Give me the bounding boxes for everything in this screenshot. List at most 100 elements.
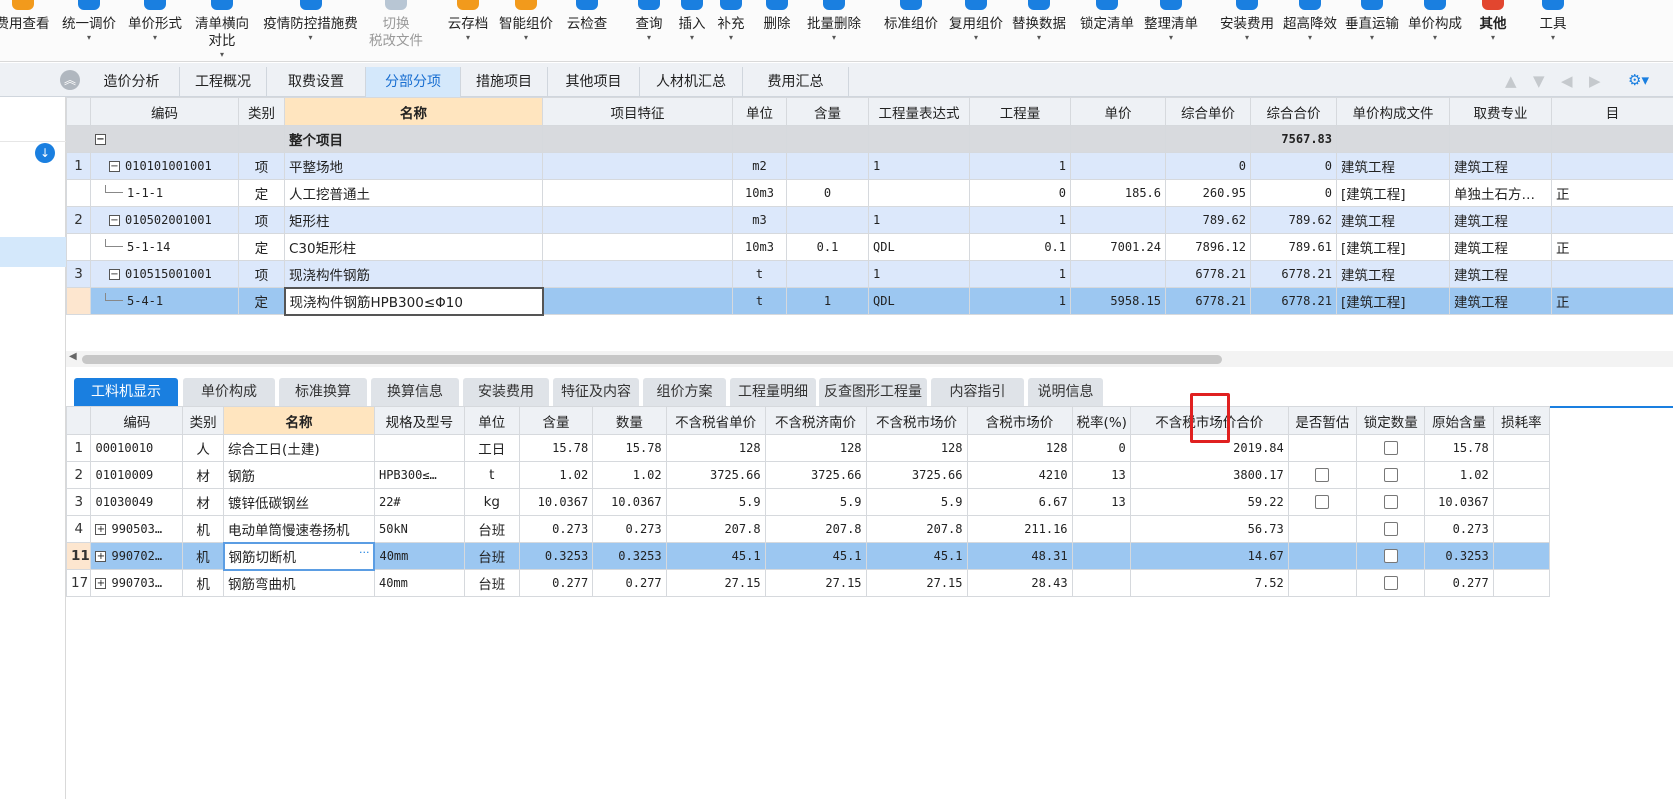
- estimate-checkbox-cell[interactable]: [1287, 542, 1358, 570]
- dropdown-chevron-icon[interactable]: ▾: [124, 33, 186, 43]
- toolbar-button-7[interactable]: 智能组价 ▾: [495, 0, 557, 62]
- lock-qty-checkbox-cell[interactable]: [1356, 434, 1426, 462]
- resource-row[interactable]: 1 00010010 人综合工日(土建) 工日 15.78 15.78 128 128 128 1…: [65, 434, 1551, 462]
- resource-market_tax-cell[interactable]: 6.67: [966, 488, 1073, 516]
- dropdown-chevron-icon[interactable]: ▾: [495, 33, 557, 43]
- tab-main-0[interactable]: 造价分析: [84, 67, 180, 97]
- bill-item-row[interactable]: 3−010515001001 项现浇构件钢筋 t 1 1 6778.21 6778.21 建筑…: [66, 260, 1673, 288]
- resource-content-cell[interactable]: 0.277: [518, 569, 594, 597]
- toolbar-button-2[interactable]: 单价形式 ▾: [124, 0, 186, 62]
- column-header[interactable]: 名称: [284, 97, 543, 126]
- item-name-cell[interactable]: 矩形柱: [284, 206, 543, 234]
- toolbar-button-15[interactable]: 复用组价 ▾: [948, 0, 1004, 62]
- toolbar-button-21[interactable]: 垂直运输 ▾: [1342, 0, 1402, 62]
- resource-row[interactable]: 2 01010009 材钢筋 HPB300≤… t 1.02 1.02 3725.66 3725…: [65, 461, 1551, 489]
- expand-tree-icon[interactable]: +: [95, 577, 107, 589]
- item-qty-cell[interactable]: 1: [969, 260, 1071, 288]
- left-panel-selected-node[interactable]: [0, 237, 66, 267]
- column-header[interactable]: 含量: [518, 406, 594, 435]
- tab-detail-4[interactable]: 安装费用: [463, 378, 549, 406]
- resource-content-cell[interactable]: 0.3253: [518, 542, 594, 570]
- dropdown-chevron-icon[interactable]: ▾: [258, 33, 363, 43]
- toolbar-button-3[interactable]: 清单横向 对比 ▾: [191, 0, 253, 62]
- dropdown-chevron-icon[interactable]: ▾: [714, 33, 748, 43]
- resource-content-cell[interactable]: 15.78: [518, 434, 594, 462]
- toolbar-button-14[interactable]: 标准组价: [880, 0, 942, 62]
- collapse-tree-icon[interactable]: −: [109, 268, 120, 280]
- dropdown-chevron-icon[interactable]: ▾: [59, 33, 119, 43]
- dropdown-chevron-icon[interactable]: ▾: [1533, 33, 1573, 43]
- item-code-cell[interactable]: 1-1-1: [90, 179, 239, 207]
- resource-market_tax-cell[interactable]: 128: [966, 434, 1073, 462]
- resource-qty-cell[interactable]: 0.277: [592, 569, 667, 597]
- lock-qty-checkbox-cell[interactable]: [1356, 488, 1426, 516]
- toolbar-button-20[interactable]: 超高降效 ▾: [1280, 0, 1340, 62]
- item-name-cell[interactable]: 现浇构件钢筋HPB300≤Φ10: [283, 286, 544, 316]
- column-header[interactable]: 不含税济南价: [764, 406, 867, 435]
- tab-main-7[interactable]: 费用汇总: [743, 67, 849, 97]
- lock-qty-checkbox[interactable]: [1383, 576, 1398, 590]
- resource-rate-cell[interactable]: [1071, 569, 1131, 597]
- resource-rate-cell[interactable]: 13: [1071, 461, 1131, 489]
- item-name-cell[interactable]: C30矩形柱: [284, 233, 543, 261]
- column-header[interactable]: 不含税市场价: [865, 406, 968, 435]
- collapse-icon[interactable]: ︽: [60, 70, 80, 90]
- item-qty-cell[interactable]: 0.1: [969, 233, 1071, 261]
- resource-market-cell[interactable]: 128: [865, 434, 968, 462]
- estimate-checkbox-cell[interactable]: [1287, 461, 1358, 489]
- tab-detail-1[interactable]: 单价构成: [183, 378, 275, 406]
- move-down-icon[interactable]: ▼: [1533, 72, 1545, 90]
- move-up-icon[interactable]: ▲: [1505, 72, 1517, 90]
- resource-rate-cell[interactable]: 13: [1071, 488, 1131, 516]
- resource-code-cell[interactable]: +990703…: [90, 569, 184, 597]
- resource-content-cell[interactable]: 1.02: [518, 461, 594, 489]
- column-header[interactable]: 单位: [732, 97, 787, 126]
- tree-toggle-cell[interactable]: −: [90, 125, 239, 153]
- item-code-cell[interactable]: 5-4-1: [90, 287, 239, 315]
- resource-market_tax-cell[interactable]: 48.31: [966, 542, 1073, 570]
- lock-qty-checkbox[interactable]: [1383, 549, 1398, 563]
- dropdown-chevron-icon[interactable]: ▾: [1342, 33, 1402, 43]
- dropdown-chevron-icon[interactable]: ▾: [191, 50, 253, 60]
- tab-main-5[interactable]: 其他项目: [548, 67, 640, 97]
- column-header[interactable]: 不含税省单价: [665, 406, 766, 435]
- toolbar-button-5[interactable]: 切换 税改文件: [367, 0, 425, 62]
- item-qty-cell[interactable]: 1: [969, 206, 1071, 234]
- column-header[interactable]: 综合合价: [1250, 97, 1337, 126]
- toolbar-button-1[interactable]: 统一调价 ▾: [59, 0, 119, 62]
- column-header[interactable]: 取费专业: [1449, 97, 1552, 126]
- item-expr-cell[interactable]: 1: [868, 206, 970, 234]
- horizontal-scrollbar[interactable]: ◀: [66, 351, 1673, 367]
- dropdown-chevron-icon[interactable]: ▾: [445, 33, 491, 43]
- tab-main-1[interactable]: 工程概况: [180, 67, 267, 97]
- item-expr-cell[interactable]: [868, 179, 970, 207]
- resource-market-cell[interactable]: 5.9: [865, 488, 968, 516]
- resource-row[interactable]: 17 +990703… 机钢筋弯曲机 40mm 台班 0.277 0.277 27.15 27.…: [65, 569, 1551, 597]
- column-header[interactable]: 编码: [90, 406, 184, 435]
- lock-qty-checkbox-cell[interactable]: [1356, 461, 1426, 489]
- column-settings-icon[interactable]: ⚙▾: [1628, 71, 1649, 89]
- item-code-cell[interactable]: 5-1-14: [90, 233, 239, 261]
- column-header[interactable]: 单价: [1070, 97, 1166, 126]
- column-header[interactable]: 数量: [592, 406, 667, 435]
- resource-market-cell[interactable]: 45.1: [865, 542, 968, 570]
- lock-qty-checkbox[interactable]: [1383, 468, 1398, 482]
- toolbar-button-0[interactable]: 费用查看: [0, 0, 55, 62]
- column-header[interactable]: 规格及型号: [373, 406, 465, 435]
- column-header[interactable]: 单价构成文件: [1336, 97, 1450, 126]
- item-name-cell[interactable]: 人工挖普通土: [284, 179, 543, 207]
- tab-detail-2[interactable]: 标准换算: [279, 378, 367, 406]
- resource-qty-cell[interactable]: 0.3253: [592, 542, 667, 570]
- dropdown-chevron-icon[interactable]: ▾: [675, 33, 709, 43]
- toolbar-button-19[interactable]: 安装费用 ▾: [1217, 0, 1277, 62]
- item-qty-cell[interactable]: 1: [969, 287, 1071, 315]
- resource-qty-cell[interactable]: 0.273: [592, 515, 667, 543]
- column-header[interactable]: 工程量: [969, 97, 1071, 126]
- resource-code-cell[interactable]: +990503…: [90, 515, 184, 543]
- resource-qty-cell[interactable]: 10.0367: [592, 488, 667, 516]
- item-qty-cell[interactable]: 0: [969, 179, 1071, 207]
- resource-name-cell[interactable]: 电动单筒慢速卷扬机: [223, 515, 375, 543]
- resource-row[interactable]: 11 +990702… 机钢筋切断机 ··· 40mm 台班 0.3253 0.3253 45.…: [65, 541, 1551, 571]
- toolbar-button-23[interactable]: 其他 ▾: [1476, 0, 1510, 62]
- estimate-checkbox-cell[interactable]: [1287, 434, 1358, 462]
